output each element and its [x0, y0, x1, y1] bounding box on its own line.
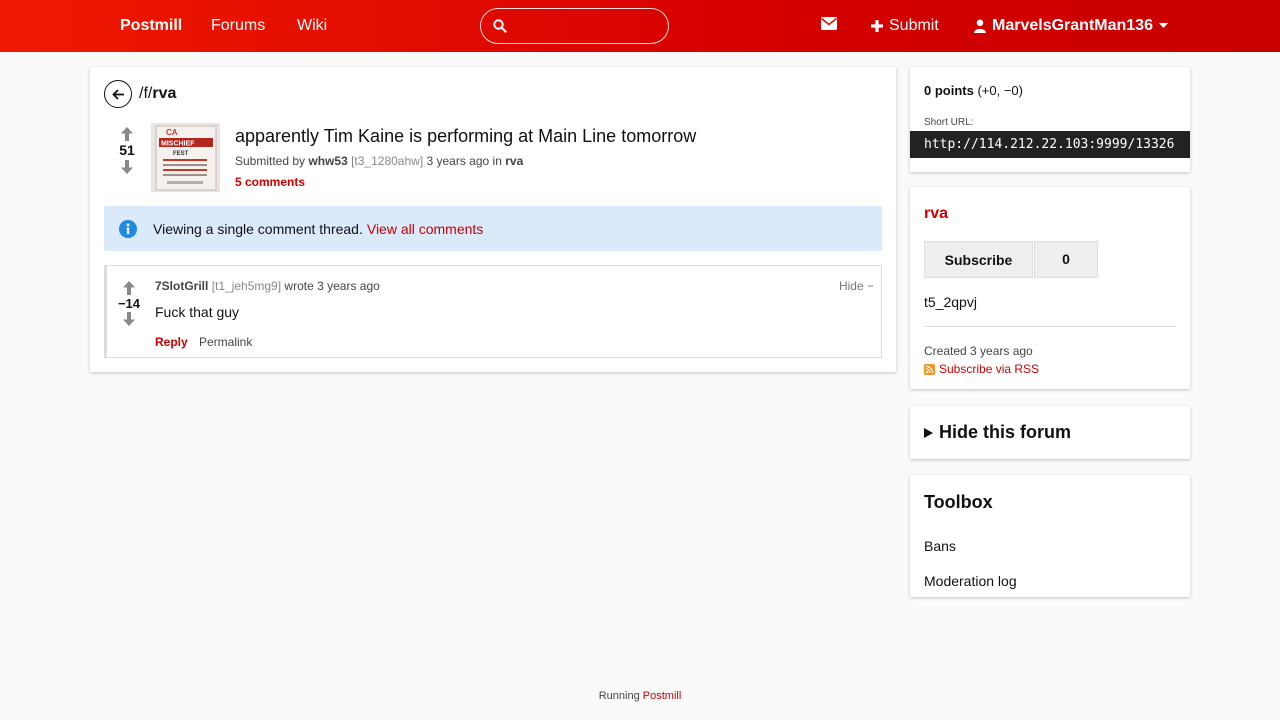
footer-text: Running [598, 690, 640, 702]
user-icon [974, 19, 986, 33]
post-score: 51 [119, 142, 135, 158]
comment-body: Fuck that guy [155, 304, 240, 320]
downvote-icon[interactable] [123, 312, 135, 326]
plus-icon [871, 20, 883, 32]
thumb-text-1: CA [166, 128, 178, 137]
points-detail: (+0, −0) [977, 83, 1023, 98]
bans-link[interactable]: Bans [924, 538, 956, 554]
post-title[interactable]: apparently Tim Kaine is performing at Ma… [235, 126, 696, 147]
forum-id: t5_2qpvj [924, 294, 977, 310]
hide-forum-card: Hide this forum [910, 406, 1190, 459]
toolbox-title: Toolbox [924, 492, 993, 512]
caret-down-icon [1158, 23, 1168, 28]
single-thread-alert: Viewing a single comment thread. View al… [104, 206, 882, 251]
hide-comment-button[interactable]: Hide − [839, 279, 874, 293]
post-author-link[interactable]: whw53 [308, 154, 347, 168]
messages-link[interactable] [821, 17, 837, 30]
comment-age: wrote 3 years ago [284, 279, 380, 293]
view-all-comments-link[interactable]: View all comments [367, 221, 483, 237]
short-url-field[interactable]: http://114.212.22.103:9999/13326 [910, 131, 1190, 158]
comment-author-id: [t1_jeh5mg9] [211, 279, 282, 293]
thumb-text-2: MISCHIEF [161, 141, 195, 148]
post-thumbnail[interactable]: CA MISCHIEF FEST [151, 123, 220, 192]
post-vote: 51 [110, 127, 144, 174]
post-card: /f/rva 51 CA MISCHIEF FEST apparently Ti… [90, 67, 896, 372]
comment-meta: 7SlotGrill [t1_jeh5mg9] wrote 3 years ag… [155, 279, 380, 293]
nav-forums-link[interactable]: Forums [211, 17, 265, 35]
search-icon [493, 19, 507, 33]
disclosure-triangle-icon [924, 427, 933, 438]
short-url-label: Short URL: [924, 117, 974, 128]
rss-link[interactable]: Subscribe via RSS [924, 362, 1039, 376]
forum-name-link[interactable]: rva [924, 205, 948, 223]
hide-forum-toggle[interactable]: Hide this forum [924, 422, 1071, 443]
permalink-link[interactable]: Permalink [199, 335, 252, 349]
back-button[interactable] [104, 80, 132, 108]
rss-label: Subscribe via RSS [939, 362, 1040, 376]
arrow-left-icon [111, 88, 124, 100]
comments-link[interactable]: 5 comments [235, 175, 305, 189]
comment-vote: −14 [115, 281, 143, 326]
thumb-text-3: FEST [173, 151, 189, 157]
hide-forum-label: Hide this forum [939, 422, 1072, 442]
username: MarvelsGrantMan136 [992, 17, 1153, 34]
brand-link[interactable]: Postmill [120, 17, 182, 35]
post-info-card: 0 points (+0, −0) Short URL: http://114.… [910, 67, 1190, 172]
post-age: 3 years ago in [426, 154, 502, 168]
submit-link[interactable]: Submit [871, 17, 939, 35]
comment-score: −14 [117, 296, 141, 311]
forum-card: rva Subscribe 0 t5_2qpvj Created 3 years… [910, 187, 1190, 389]
site-footer: Running Postmill [0, 690, 1280, 702]
post-meta: Submitted by whw53 [t3_1280ahw] 3 years … [235, 154, 523, 168]
reply-link[interactable]: Reply [155, 335, 188, 349]
footer-postmill-link[interactable]: Postmill [643, 690, 682, 702]
upvote-icon[interactable] [123, 281, 135, 295]
breadcrumb-prefix: /f/ [139, 85, 153, 102]
points-summary: 0 points (+0, −0) [924, 83, 1023, 98]
info-icon [119, 219, 137, 238]
breadcrumb-forum: rva [152, 85, 177, 102]
moderation-log-link[interactable]: Moderation log [924, 573, 1017, 589]
nav-wiki-link[interactable]: Wiki [297, 17, 327, 35]
forum-breadcrumb[interactable]: /f/rva [139, 85, 176, 103]
post-author-id: [t3_1280ahw] [351, 154, 424, 168]
site-header: Postmill Forums Wiki Submit MarvelsGrant… [0, 0, 1280, 52]
subscribe-button[interactable]: Subscribe [924, 241, 1033, 278]
user-menu[interactable]: MarvelsGrantMan136 [974, 17, 1168, 35]
envelope-icon [821, 17, 837, 30]
forum-created: Created 3 years ago [924, 344, 1033, 358]
rss-icon [924, 363, 935, 375]
divider [924, 326, 1176, 327]
alert-text: Viewing a single comment thread. [153, 220, 363, 237]
comment: −14 7SlotGrill [t1_jeh5mg9] wrote 3 year… [104, 265, 882, 358]
points-total: 0 points [924, 83, 974, 98]
toolbox-card: Toolbox Bans Moderation log [910, 475, 1190, 597]
submitted-by-label: Submitted by [235, 154, 306, 168]
upvote-icon[interactable] [121, 127, 133, 141]
downvote-icon[interactable] [121, 160, 133, 174]
subscriber-count: 0 [1034, 241, 1098, 278]
submit-label: Submit [889, 17, 939, 34]
search-input[interactable] [515, 15, 655, 37]
comment-author-link[interactable]: 7SlotGrill [155, 279, 208, 293]
post-forum-link[interactable]: rva [505, 154, 523, 168]
search-box[interactable] [480, 8, 669, 44]
